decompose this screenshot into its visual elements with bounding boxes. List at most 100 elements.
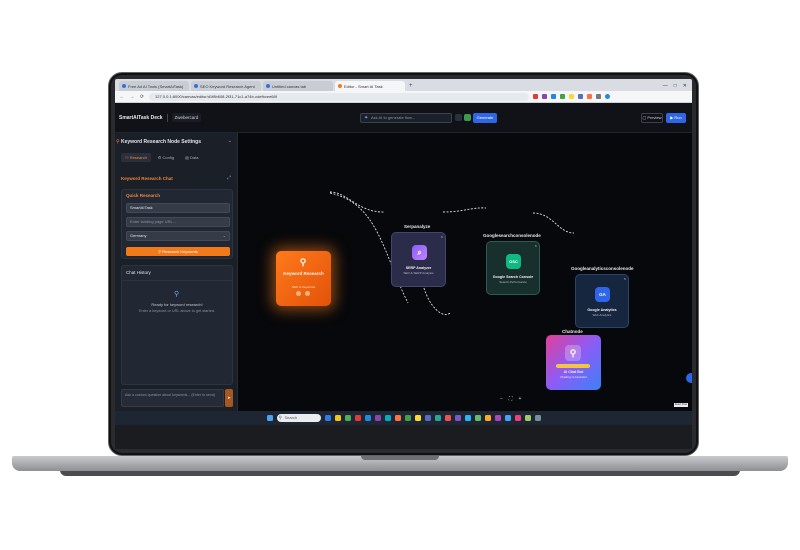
divider (122, 280, 232, 281)
tab-config[interactable]: ⚙ Config (154, 153, 178, 162)
panel-tabs: ⚇ Research ⚙ Config ▤ Data (121, 153, 202, 162)
chat-bot-icon: ⚲ (565, 345, 581, 361)
taskbar-app-icon[interactable] (354, 415, 361, 421)
country-value: Germany (130, 233, 147, 238)
taskbar-app-icon[interactable] (464, 415, 471, 421)
quick-research-card: Quick Research SmartAITask Enter landing… (121, 189, 233, 259)
panel-title: Keyword Research Node Settings (121, 139, 202, 145)
extension-icon[interactable] (596, 94, 601, 99)
tab-favicon-icon (338, 84, 342, 88)
edge-serp-gsc (442, 207, 487, 213)
preview-button[interactable]: ▢ Preview (641, 113, 663, 123)
taskbar-app-icon[interactable] (394, 415, 401, 421)
taskbar-app-icon[interactable] (374, 415, 381, 421)
extension-icon[interactable] (542, 94, 547, 99)
handle-icon[interactable] (296, 291, 301, 296)
browser-tab[interactable]: SEO Keyword Research Agent (191, 81, 261, 91)
taskbar-app-icon[interactable] (504, 415, 511, 421)
browser-tab[interactable]: Free Ad AI Tools (SmartAiTask) (119, 81, 189, 91)
close-icon[interactable]: × (624, 276, 626, 281)
node-serp-analyzer[interactable]: ⌕ SERP Analyzer SEO & SERP Analysis × (391, 232, 446, 287)
extension-icon[interactable] (569, 94, 574, 99)
taskbar-app-icon[interactable] (534, 415, 541, 421)
collapse-icon[interactable]: ⌄ (228, 138, 232, 144)
reload-button[interactable]: ⟳ (139, 94, 145, 100)
address-bar[interactable]: 127.0.0.1:8000/canvas/editor/d1f8b608-2f… (149, 92, 529, 101)
start-icon[interactable] (266, 415, 273, 421)
taskbar-app-icon[interactable] (344, 415, 351, 421)
status-badge (556, 364, 590, 368)
fit-view-button[interactable]: ⛶ (509, 396, 513, 402)
expand-icon[interactable]: ⤢ (227, 175, 231, 181)
handle-icon[interactable] (305, 291, 310, 296)
taskbar-app-icon[interactable] (474, 415, 481, 421)
forward-button[interactable]: → (129, 94, 135, 100)
country-select[interactable]: Germany ⌄ (126, 231, 230, 241)
node-google-search-console[interactable]: GSC Google Search Console Search Perform… (486, 241, 540, 295)
minimize-button[interactable]: — (663, 81, 668, 91)
flow-canvas[interactable]: ⚲ Keyword Research SEO & Keywords Serpan… (238, 133, 692, 411)
taskbar-app-icon[interactable] (524, 415, 531, 421)
help-fab-button[interactable] (686, 373, 692, 383)
taskbar-search-input[interactable]: ⚲ Search (276, 414, 321, 422)
send-button[interactable]: ➤ (225, 389, 233, 407)
research-keywords-button[interactable]: ⚲ Research Keywords (126, 247, 230, 256)
url-input[interactable]: Enter landing page URL... (126, 217, 230, 227)
generate-button[interactable]: Generate (473, 113, 497, 123)
model-icon[interactable] (464, 114, 471, 121)
taskbar-app-icon[interactable] (484, 415, 491, 421)
node-name: Google Search Console (492, 275, 534, 279)
extension-icon[interactable] (533, 94, 538, 99)
browser-tab[interactable]: Untitled canvas tab (263, 81, 333, 91)
workspace-selector[interactable]: Zwebercard (171, 113, 202, 122)
profile-avatar[interactable] (605, 94, 610, 99)
taskbar-app-icon[interactable] (384, 415, 391, 421)
taskbar-app-icon[interactable] (404, 415, 411, 421)
search-icon: ⚲ (174, 291, 180, 298)
taskbar-app-icon[interactable] (514, 415, 521, 421)
app-header: SmartAITask Deck Zwebercard ✦ Ask AI to g… (115, 103, 692, 133)
chat-input[interactable]: Ask a custom question about keywords... … (121, 389, 224, 407)
extension-icon[interactable] (578, 94, 583, 99)
chevron-down-icon: ⌄ (222, 233, 226, 238)
node-keyword-research[interactable]: ⚲ Keyword Research SEO & Keywords (276, 251, 331, 306)
browser-tab-active[interactable]: Editor - Smart AI Task (335, 81, 405, 91)
chat-history-title: Chat History (126, 270, 151, 275)
taskbar-app-icon[interactable] (334, 415, 341, 421)
node-name: Google Analytics (587, 308, 617, 312)
new-tab-button[interactable]: + (409, 81, 413, 91)
node-label-ga: Googleanalyticsconsolenode (571, 266, 634, 271)
zoom-out-button[interactable]: − (500, 396, 503, 402)
taskbar-app-icon[interactable] (454, 415, 461, 421)
taskbar-app-icon[interactable] (414, 415, 421, 421)
taskbar-app-icon[interactable] (324, 415, 331, 421)
taskbar-app-icon[interactable] (494, 415, 501, 421)
node-subtitle: SEO & SERP Analysis (403, 271, 434, 275)
tab-label: Editor - Smart AI Task (344, 83, 383, 89)
tab-data[interactable]: ▤ Data (181, 153, 202, 162)
extension-icon[interactable] (587, 94, 592, 99)
close-icon[interactable]: × (535, 243, 537, 248)
keyword-input[interactable]: SmartAITask (126, 203, 230, 213)
settings-icon[interactable] (455, 114, 462, 121)
maximize-button[interactable]: □ (674, 81, 677, 91)
close-icon[interactable]: × (441, 234, 443, 239)
taskbar-app-icon[interactable] (444, 415, 451, 421)
ai-prompt-input[interactable]: ✦ Ask AI to generate flow... (360, 113, 452, 123)
extension-icon[interactable] (560, 94, 565, 99)
node-google-analytics[interactable]: GA Google Analytics Web Analytics × (575, 274, 629, 328)
search-placeholder: Search (284, 415, 298, 420)
tab-research[interactable]: ⚇ Research (121, 153, 151, 162)
node-subtitle: Web Analytics (592, 313, 612, 317)
node-ai-chat-bot[interactable]: ⚲ AI Chat Bot Chatting & Assistant (546, 335, 601, 390)
run-button[interactable]: ▶ Run (666, 113, 686, 123)
search-console-icon: GSC (506, 254, 521, 269)
node-label-gsc: Googlesearchconsolenode (483, 233, 541, 238)
taskbar-app-icon[interactable] (434, 415, 441, 421)
back-button[interactable]: ← (119, 94, 125, 100)
extension-icon[interactable] (551, 94, 556, 99)
taskbar-app-icon[interactable] (364, 415, 371, 421)
close-button[interactable]: ✕ (683, 81, 687, 91)
zoom-in-button[interactable]: + (518, 396, 521, 402)
taskbar-app-icon[interactable] (424, 415, 431, 421)
